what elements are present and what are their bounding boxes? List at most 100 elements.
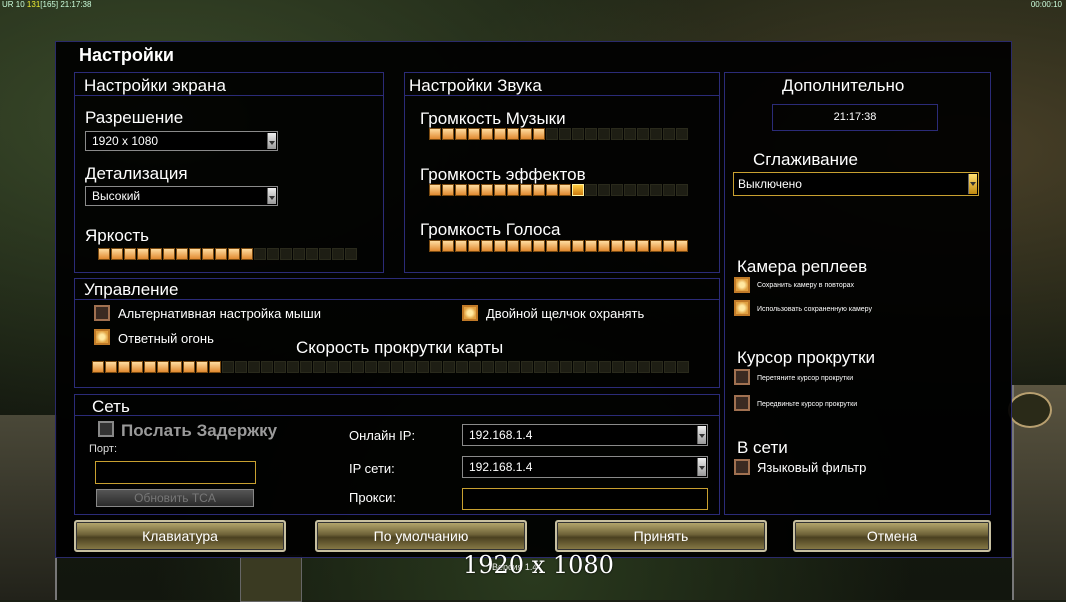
online-ip-dropdown[interactable]: 192.168.1.4	[462, 424, 708, 446]
slider-segment[interactable]	[585, 128, 597, 140]
slider-segment[interactable]	[235, 361, 247, 373]
slider-segment[interactable]	[144, 361, 156, 373]
chevron-down-icon[interactable]	[267, 133, 276, 149]
slider-segment[interactable]	[429, 128, 441, 140]
brightness-slider[interactable]	[98, 248, 357, 260]
slider-segment[interactable]	[137, 248, 149, 260]
slider-segment[interactable]	[150, 248, 162, 260]
slider-segment[interactable]	[663, 240, 675, 252]
voice-volume-slider[interactable]	[429, 240, 688, 252]
slider-segment[interactable]	[663, 128, 675, 140]
slider-segment[interactable]	[482, 361, 494, 373]
slider-segment[interactable]	[624, 184, 636, 196]
slider-segment[interactable]	[520, 128, 532, 140]
slider-segment[interactable]	[495, 361, 507, 373]
slider-segment[interactable]	[391, 361, 403, 373]
proxy-input[interactable]	[462, 488, 708, 510]
use-saved-camera-checkbox[interactable]	[734, 300, 750, 316]
slider-segment[interactable]	[559, 240, 571, 252]
slider-segment[interactable]	[345, 248, 357, 260]
slider-segment[interactable]	[533, 128, 545, 140]
slider-segment[interactable]	[261, 361, 273, 373]
slider-segment[interactable]	[124, 248, 136, 260]
scroll-speed-slider[interactable]	[92, 361, 689, 373]
slider-segment[interactable]	[215, 248, 227, 260]
slider-segment[interactable]	[534, 361, 546, 373]
antialias-dropdown[interactable]: Выключено	[733, 172, 979, 196]
slider-segment[interactable]	[507, 184, 519, 196]
slider-segment[interactable]	[546, 240, 558, 252]
effects-volume-slider[interactable]	[429, 184, 688, 196]
slider-segment[interactable]	[430, 361, 442, 373]
slider-segment[interactable]	[468, 240, 480, 252]
language-filter-checkbox[interactable]	[734, 459, 750, 475]
slider-segment[interactable]	[442, 184, 454, 196]
slider-segment[interactable]	[254, 248, 266, 260]
slider-segment[interactable]	[455, 128, 467, 140]
slider-segment[interactable]	[267, 248, 279, 260]
update-tca-button[interactable]: Обновить TCA	[96, 489, 254, 507]
slider-segment[interactable]	[468, 184, 480, 196]
slider-segment[interactable]	[676, 240, 688, 252]
slider-segment[interactable]	[287, 361, 299, 373]
slider-segment[interactable]	[494, 128, 506, 140]
slider-segment[interactable]	[520, 184, 532, 196]
slider-segment[interactable]	[468, 128, 480, 140]
port-input[interactable]	[95, 461, 256, 484]
double-click-guard-checkbox[interactable]	[462, 305, 478, 321]
move-cursor-checkbox[interactable]	[734, 395, 750, 411]
slider-segment[interactable]	[429, 240, 441, 252]
cancel-button[interactable]: Отмена	[793, 520, 991, 552]
slider-segment[interactable]	[417, 361, 429, 373]
slider-segment[interactable]	[520, 240, 532, 252]
slider-segment[interactable]	[319, 248, 331, 260]
slider-segment[interactable]	[624, 240, 636, 252]
slider-segment[interactable]	[248, 361, 260, 373]
slider-segment[interactable]	[455, 184, 467, 196]
slider-segment[interactable]	[611, 128, 623, 140]
slider-segment[interactable]	[332, 248, 344, 260]
slider-segment[interactable]	[585, 184, 597, 196]
slider-segment[interactable]	[612, 361, 624, 373]
slider-segment[interactable]	[650, 240, 662, 252]
slider-segment[interactable]	[481, 240, 493, 252]
slider-segment[interactable]	[222, 361, 234, 373]
slider-segment[interactable]	[560, 361, 572, 373]
detail-dropdown[interactable]: Высокий	[85, 186, 278, 206]
slider-segment[interactable]	[573, 361, 585, 373]
slider-segment[interactable]	[598, 184, 610, 196]
slider-segment[interactable]	[469, 361, 481, 373]
slider-segment[interactable]	[546, 184, 558, 196]
slider-segment[interactable]	[651, 361, 663, 373]
resolution-dropdown[interactable]: 1920 x 1080	[85, 131, 278, 151]
keyboard-button[interactable]: Клавиатура	[74, 520, 286, 552]
slider-segment[interactable]	[92, 361, 104, 373]
slider-segment[interactable]	[456, 361, 468, 373]
slider-segment[interactable]	[118, 361, 130, 373]
slider-segment[interactable]	[676, 128, 688, 140]
slider-segment[interactable]	[677, 361, 689, 373]
slider-segment[interactable]	[300, 361, 312, 373]
slider-segment[interactable]	[280, 248, 292, 260]
slider-segment[interactable]	[508, 361, 520, 373]
slider-segment[interactable]	[637, 240, 649, 252]
slider-segment[interactable]	[442, 240, 454, 252]
slider-segment[interactable]	[326, 361, 338, 373]
lan-ip-dropdown[interactable]: 192.168.1.4	[462, 456, 708, 478]
slider-segment[interactable]	[105, 361, 117, 373]
slider-segment[interactable]	[157, 361, 169, 373]
slider-segment[interactable]	[189, 248, 201, 260]
slider-segment[interactable]	[611, 240, 623, 252]
slider-segment[interactable]	[585, 240, 597, 252]
save-camera-checkbox[interactable]	[734, 277, 750, 293]
slider-segment[interactable]	[507, 240, 519, 252]
chevron-down-icon[interactable]	[267, 188, 276, 204]
music-volume-slider[interactable]	[429, 128, 688, 140]
slider-segment[interactable]	[442, 128, 454, 140]
slider-segment[interactable]	[131, 361, 143, 373]
slider-segment[interactable]	[209, 361, 221, 373]
slider-segment[interactable]	[228, 248, 240, 260]
slider-segment[interactable]	[241, 248, 253, 260]
slider-segment[interactable]	[650, 184, 662, 196]
slider-segment[interactable]	[404, 361, 416, 373]
